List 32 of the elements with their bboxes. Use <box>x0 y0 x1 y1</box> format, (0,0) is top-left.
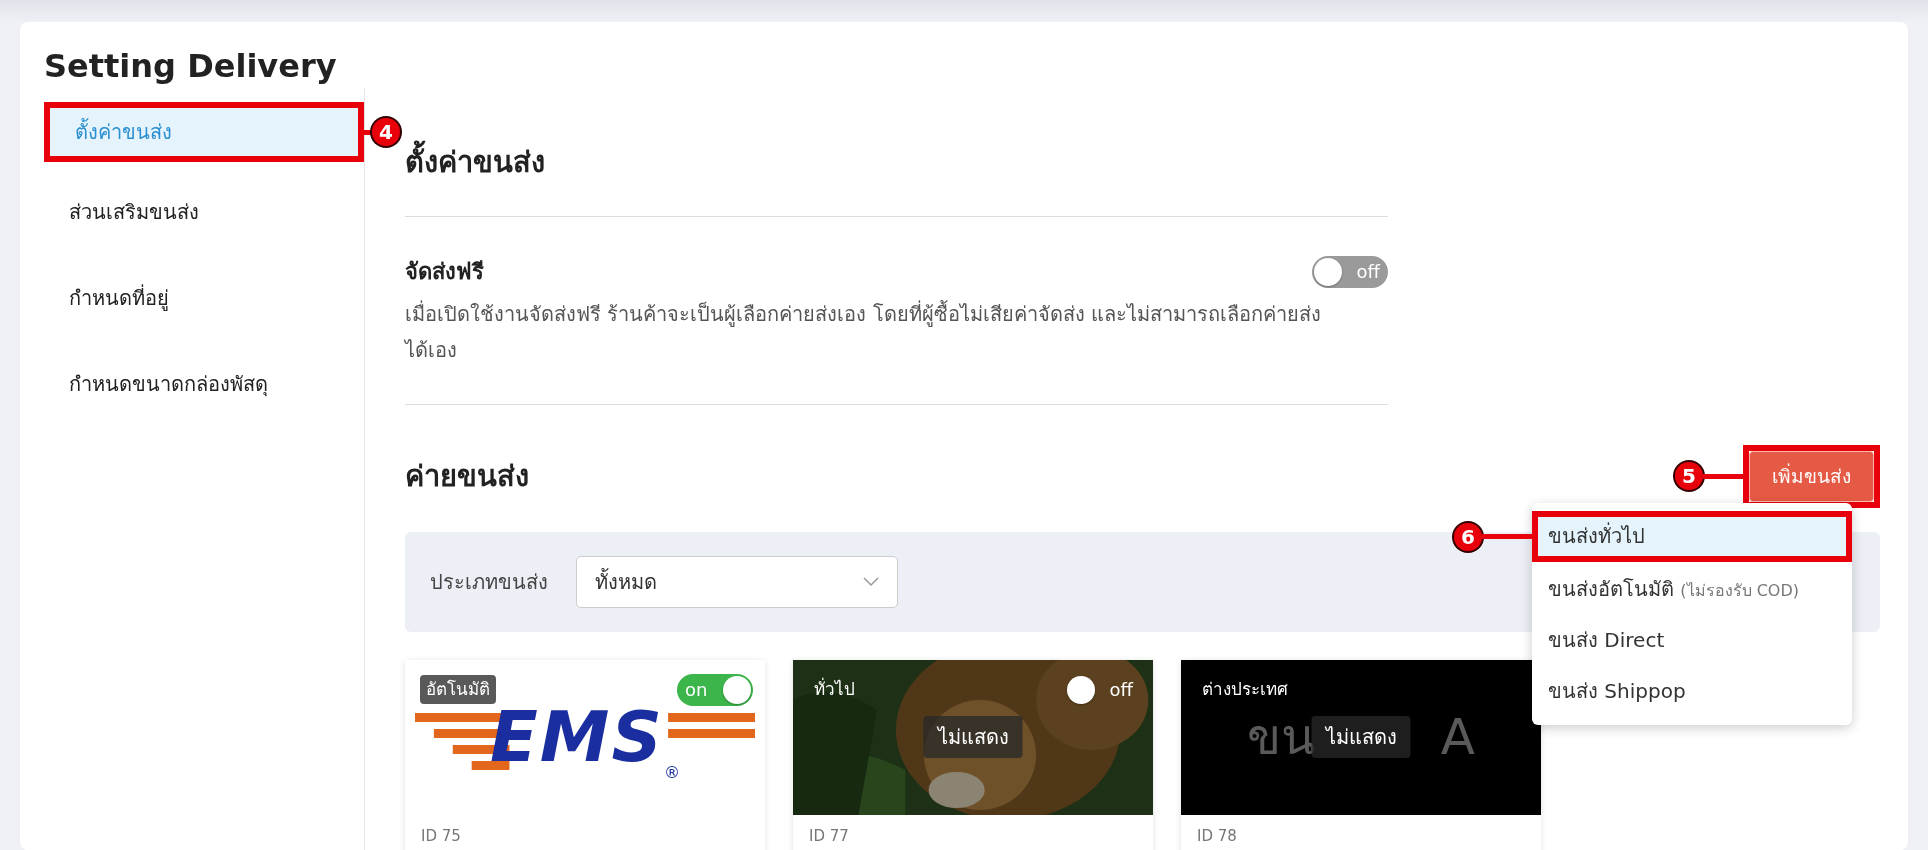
carrier-id: ID 78 <box>1196 825 1238 847</box>
type-label: ทั่วไป <box>813 676 856 701</box>
carrier-id: ID 77 <box>808 825 850 847</box>
menu-item[interactable]: ขนส่งทั่วไป <box>1538 517 1846 556</box>
filter-label: ประเภทขนส่ง <box>430 568 548 596</box>
menu-item[interactable]: ขนส่ง Direct <box>1538 615 1846 666</box>
page-title: Setting Delivery <box>43 46 338 87</box>
carrier-type-select[interactable]: ทั้งหมด <box>576 555 898 608</box>
select-value: ทั้งหมด <box>595 567 657 596</box>
logo-text: A <box>1440 707 1475 767</box>
setting-description: เมื่อเปิดใช้งานจัดส่งฟรี ร้านค้าจะเป็นผู้เลือกค่ายส่งเอง โดยที่ผู้ซื้อไม่เสียค่าจัดส่ง และไม่สามารถเลือกค่ายส่งได้เอง <box>405 299 1323 364</box>
hidden-label: ไม่แสดง <box>923 716 1023 758</box>
callout-number: 4 <box>372 118 400 146</box>
hidden-label: ไม่แสดง <box>1311 716 1411 758</box>
type-label: ต่างประเทศ <box>1201 677 1289 701</box>
carrier-id: ID 75 <box>420 825 462 847</box>
type-label: อัตโนมัติ <box>420 674 496 704</box>
carrier-card[interactable]: ทั่วไป off ไม่แสดง ID 77 <box>793 659 1153 850</box>
carrier-card[interactable]: ขน A ต่างประเทศ ไม่แสดง ID 78 <box>1181 659 1541 850</box>
setting-title: จัดส่งฟรี <box>405 258 484 286</box>
sidebar-item[interactable]: กำหนดที่อยู่ <box>44 268 364 328</box>
chevron-down-icon <box>863 576 879 587</box>
section-heading: ตั้งค่าขนส่ง <box>405 142 545 182</box>
add-carrier-button[interactable]: เพิ่มขนส่ง <box>1749 451 1874 502</box>
callout-number: 6 <box>1454 522 1482 551</box>
section-heading: ค่ายขนส่ง <box>405 458 529 496</box>
menu-item[interactable]: ขนส่งอัตโนมัติ (ไม่รองรับ COD) <box>1538 564 1846 615</box>
sidebar-item[interactable]: ส่วนเสริมขนส่ง <box>44 182 364 242</box>
sidebar-item[interactable]: กำหนดขนาดกล่องพัสดุ <box>44 354 364 414</box>
carrier-card[interactable]: EMS® อัตโนมัติ on ID 75 <box>405 659 765 850</box>
menu-item[interactable]: ขนส่ง Shippop <box>1538 666 1846 717</box>
callout-number: 5 <box>1675 462 1703 491</box>
